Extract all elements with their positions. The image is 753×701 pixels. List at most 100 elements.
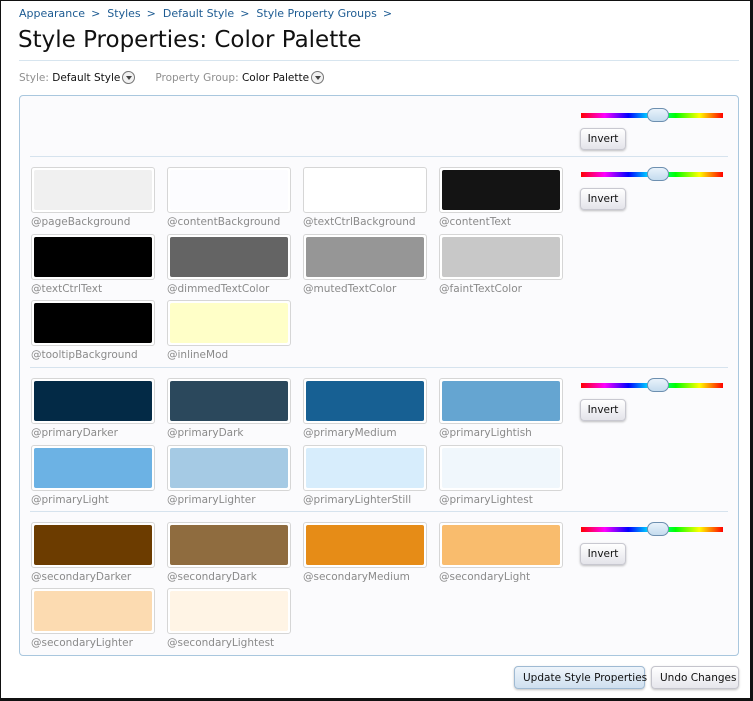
swatch-label: @secondaryDark [167,571,257,583]
color-swatch[interactable]: @primaryLighterStill [303,445,427,506]
swatch-box[interactable] [167,234,291,280]
swatch-box[interactable] [303,522,427,568]
swatch-box[interactable] [167,167,291,213]
swatch-label: @primaryLighterStill [303,494,412,506]
color-swatch[interactable]: @primaryDark [167,378,291,439]
swatch-fill [34,448,152,488]
style-filter-value[interactable]: Default Style [52,72,120,84]
color-palette-panel: Invert Invert @pageBackground @contentBa… [19,95,739,656]
color-swatch[interactable]: @contentText [439,167,563,228]
group-dropdown-icon[interactable] [311,71,325,84]
swatch-box[interactable] [167,588,291,634]
swatch-fill [170,303,288,343]
color-swatch[interactable]: @mutedTextColor [303,234,427,295]
color-swatch[interactable]: @textCtrlText [31,234,155,295]
swatch-box[interactable] [31,522,155,568]
color-swatch[interactable]: @primaryDarker [31,378,155,439]
swatch-box[interactable] [439,234,563,280]
color-swatch[interactable]: @primaryMedium [303,378,427,439]
swatch-box[interactable] [31,167,155,213]
hue-slider[interactable] [581,378,723,392]
breadcrumb-separator: > [240,7,250,20]
color-swatch[interactable]: @primaryLightish [439,378,563,439]
swatch-box[interactable] [167,522,291,568]
swatch-box[interactable] [303,378,427,424]
color-swatch[interactable]: @secondaryLight [439,522,563,583]
slider-handle[interactable] [647,378,669,392]
swatch-fill [442,381,560,421]
swatch-label: @mutedTextColor [303,283,397,295]
invert-button[interactable]: Invert [580,188,626,210]
swatch-box[interactable] [303,234,427,280]
swatch-box[interactable] [439,445,563,491]
color-swatch[interactable]: @secondaryLighter [31,588,155,649]
swatch-box[interactable] [439,522,563,568]
breadcrumb-styles[interactable]: Styles [107,7,140,20]
color-swatch[interactable]: @secondaryDark [167,522,291,583]
breadcrumb-style-property-groups[interactable]: Style Property Groups [256,7,376,20]
swatch-box[interactable] [167,378,291,424]
breadcrumb-default-style[interactable]: Default Style [163,7,234,20]
swatch-fill [170,237,288,277]
color-swatch[interactable]: @pageBackground [31,167,155,228]
color-swatch[interactable]: @textCtrlBackground [303,167,427,228]
slider-handle[interactable] [647,108,669,122]
update-style-properties-button[interactable]: Update Style Properties [514,666,647,689]
color-swatch[interactable]: @primaryLight [31,445,155,506]
color-swatch[interactable]: @secondaryDarker [31,522,155,583]
hue-slider[interactable] [581,167,723,181]
undo-changes-button[interactable]: Undo Changes [651,666,739,689]
breadcrumb-separator: > [382,7,393,20]
swatch-label: @tooltipBackground [31,349,138,361]
swatch-box[interactable] [31,378,155,424]
swatch-box[interactable] [303,167,427,213]
swatch-box[interactable] [167,300,291,346]
swatch-label: @secondaryLight [439,571,531,583]
swatch-label: @secondaryLightest [167,637,275,649]
slider-handle[interactable] [647,167,669,181]
color-swatch[interactable]: @tooltipBackground [31,300,155,361]
swatch-box[interactable] [31,300,155,346]
swatch-label: @contentText [439,216,511,228]
swatch-fill [34,237,152,277]
swatch-fill [306,237,424,277]
swatch-box[interactable] [31,588,155,634]
hue-slider[interactable] [581,108,723,122]
swatch-label: @secondaryLighter [31,637,133,649]
color-swatch[interactable]: @dimmedTextColor [167,234,291,295]
breadcrumb-appearance[interactable]: Appearance [19,7,85,20]
swatch-fill [34,381,152,421]
style-dropdown-icon[interactable] [122,71,136,84]
swatch-box[interactable] [31,445,155,491]
color-swatch[interactable]: @contentBackground [167,167,291,228]
invert-button[interactable]: Invert [580,543,626,565]
group-filter-value[interactable]: Color Palette [242,72,309,84]
hue-slider[interactable] [581,522,723,536]
swatch-label: @contentBackground [167,216,281,228]
color-swatch[interactable]: @inlineMod [167,300,291,361]
swatch-box[interactable] [167,445,291,491]
swatch-box[interactable] [303,445,427,491]
swatch-fill [170,591,288,631]
title-divider [19,60,739,61]
swatch-fill [442,525,560,565]
swatch-fill [34,525,152,565]
color-swatch[interactable]: @primaryLightest [439,445,563,506]
swatch-label: @primaryDarker [31,427,118,439]
color-swatch[interactable]: @secondaryLightest [167,588,291,649]
color-swatch[interactable]: @faintTextColor [439,234,563,295]
swatch-label: @secondaryDarker [31,571,132,583]
invert-button[interactable]: Invert [580,128,626,150]
color-swatch[interactable]: @secondaryMedium [303,522,427,583]
swatch-fill [170,381,288,421]
swatch-box[interactable] [439,378,563,424]
color-swatch[interactable]: @primaryLighter [167,445,291,506]
swatch-label: @primaryLight [31,494,109,506]
invert-button[interactable]: Invert [580,399,626,421]
swatch-box[interactable] [31,234,155,280]
swatch-label: @textCtrlBackground [303,216,416,228]
slider-handle[interactable] [647,522,669,536]
section-divider [30,156,728,157]
swatch-box[interactable] [439,167,563,213]
swatch-fill [306,525,424,565]
